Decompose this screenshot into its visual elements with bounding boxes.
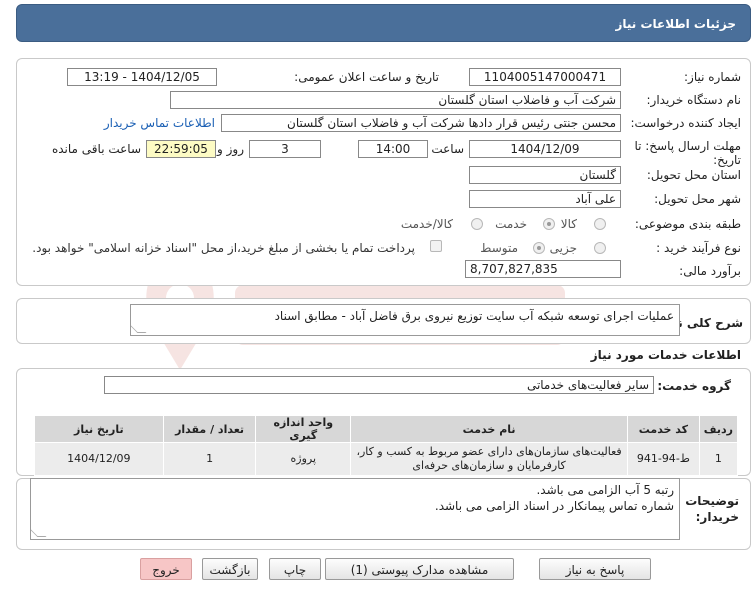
category-goods-label: کالا	[560, 217, 577, 231]
resize-handle-icon[interactable]	[31, 528, 47, 537]
services-table: ردیف کد خدمت نام خدمت واحد اندازه گیری ت…	[34, 415, 739, 476]
treasury-payment-checkbox[interactable]	[430, 240, 442, 252]
services-section-title: اطلاعات خدمات مورد نیاز	[590, 348, 741, 362]
purchase-minor-label: جزیی	[549, 241, 577, 255]
exit-button[interactable]: خروج	[140, 558, 192, 580]
reply-button[interactable]: پاسخ به نیاز	[539, 558, 651, 580]
creator-label: ایجاد کننده درخواست:	[630, 116, 741, 130]
page-header: جزئیات اطلاعات نیاز	[16, 4, 751, 42]
deadline-time-field[interactable]: 14:00	[358, 140, 428, 158]
purchase-medium-radio[interactable]	[533, 242, 545, 254]
view-documents-button[interactable]: مشاهده مدارک پیوستی (1)	[325, 558, 514, 580]
print-button[interactable]: چاپ	[269, 558, 321, 580]
category-service-radio[interactable]	[543, 218, 555, 230]
service-group-label: گروه خدمت:	[657, 379, 731, 393]
th-row-number: ردیف	[698, 415, 739, 443]
treasury-payment-note: پرداخت تمام یا بخشی از مبلغ خرید،از محل …	[32, 241, 415, 255]
category-goods-service-label: کالا/خدمت	[400, 217, 453, 231]
cell-unit: پروژه	[255, 442, 352, 476]
announce-field[interactable]: 1404/12/05 - 13:19	[67, 68, 217, 86]
th-service-code: کد خدمت	[627, 415, 700, 443]
category-goods-service-radio[interactable]	[471, 218, 483, 230]
back-button[interactable]: بازگشت	[202, 558, 258, 580]
province-field[interactable]: گلستان	[469, 166, 621, 184]
table-row: 1 ط-94-941 فعالیت‌های سازمان‌های دارای ع…	[34, 442, 739, 476]
summary-field[interactable]: عملیات اجرای توسعه شبکه آب سایت توزیع نی…	[130, 304, 680, 336]
purchase-type-label: نوع فرآیند خرید :	[656, 241, 741, 255]
table-header-row: ردیف کد خدمت نام خدمت واحد اندازه گیری ت…	[34, 415, 739, 443]
th-service-name: نام خدمت	[350, 415, 629, 443]
notes-line-2: شماره تماس پیمانکار در اسناد الزامی می ب…	[434, 499, 674, 513]
notes-line-1: رتبه 5 آب الزامی می باشد.	[536, 483, 674, 497]
purchase-medium-label: متوسط	[480, 241, 518, 255]
services-table-grid: ردیف کد خدمت نام خدمت واحد اندازه گیری ت…	[34, 415, 739, 476]
estimate-field[interactable]: 8,707,827,835	[465, 260, 621, 278]
deadline-date-field[interactable]: 1404/12/09	[469, 140, 621, 158]
creator-field[interactable]: محسن جنتی رئیس قرار دادها شرکت آب و فاضل…	[221, 114, 621, 132]
page-title: جزئیات اطلاعات نیاز	[615, 17, 736, 31]
cell-service-name: فعالیت‌های سازمان‌های دارای عضو مربوط به…	[350, 442, 629, 476]
need-number-label: شماره نیاز:	[684, 70, 741, 84]
announce-label: تاریخ و ساعت اعلان عمومی:	[294, 70, 439, 84]
province-label: استان محل تحویل:	[646, 168, 741, 182]
th-need-date: تاریخ نیاز	[34, 415, 164, 443]
cell-need-date: 1404/12/09	[34, 442, 164, 476]
buyer-org-field[interactable]: شرکت آب و فاضلاب استان گلستان	[170, 91, 621, 109]
resize-handle-icon[interactable]	[131, 324, 147, 333]
buyer-org-label: نام دستگاه خریدار:	[646, 93, 742, 107]
cell-quantity: 1	[162, 442, 257, 476]
summary-text: عملیات اجرای توسعه شبکه آب سایت توزیع نی…	[274, 309, 674, 323]
notes-label-buyer: خریدار:	[695, 510, 739, 524]
th-quantity: تعداد / مقدار	[162, 415, 257, 443]
category-goods-radio[interactable]	[594, 218, 606, 230]
remaining-label: ساعت باقی مانده	[51, 142, 141, 156]
category-service-label: خدمت	[495, 217, 527, 231]
buyer-notes-field[interactable]: رتبه 5 آب الزامی می باشد. شماره تماس پیم…	[30, 478, 680, 540]
need-number-field[interactable]: 1104005147000471	[469, 68, 621, 86]
cell-service-code: ط-94-941	[627, 442, 700, 476]
th-unit: واحد اندازه گیری	[255, 415, 352, 443]
buyer-contact-link[interactable]: اطلاعات تماس خریدار	[104, 114, 215, 132]
days-label: روز و	[217, 142, 244, 156]
cell-row-number: 1	[698, 442, 739, 476]
days-field[interactable]: 3	[249, 140, 321, 158]
remaining-time-field: 22:59:05	[146, 140, 216, 158]
city-field[interactable]: علی آباد	[469, 190, 621, 208]
deadline-time-label: ساعت	[431, 142, 464, 156]
purchase-minor-radio[interactable]	[594, 242, 606, 254]
city-label: شهر محل تحویل:	[654, 192, 741, 206]
category-label: طبقه بندی موضوعی:	[634, 217, 741, 231]
estimate-label: برآورد مالی:	[679, 264, 741, 278]
service-group-field[interactable]: سایر فعالیت‌های خدماتی	[104, 376, 654, 394]
